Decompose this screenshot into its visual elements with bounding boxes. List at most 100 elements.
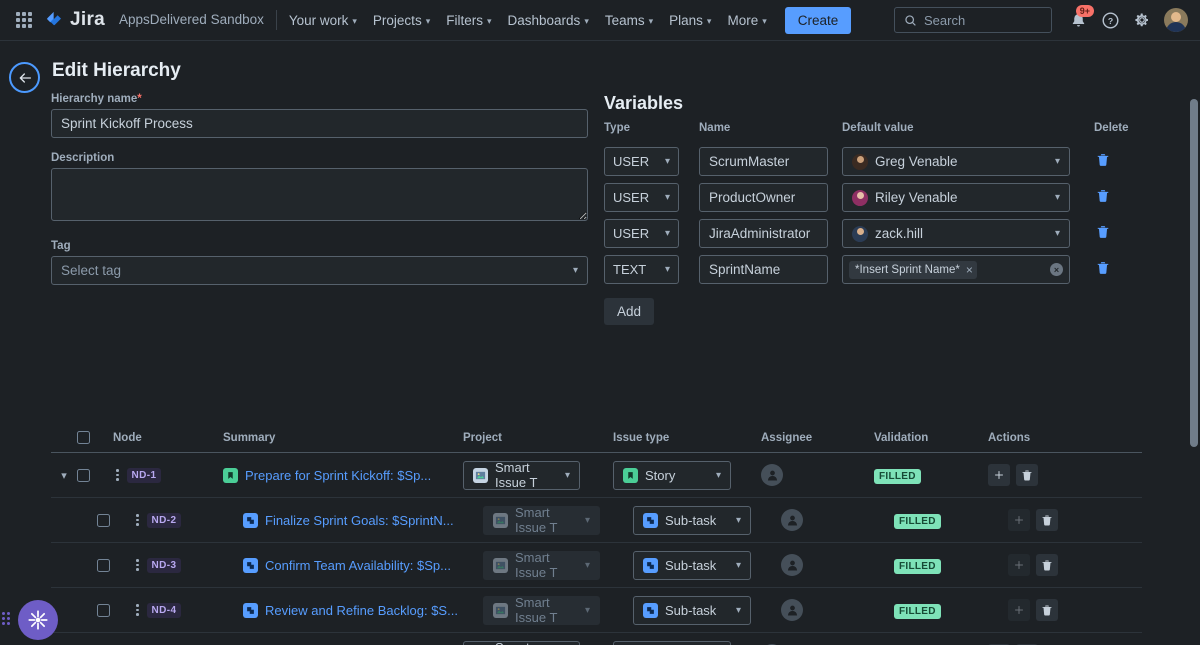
nav-dashboards[interactable]: Dashboards ▾: [500, 7, 597, 34]
project-select[interactable]: Smart Issue T ▾: [463, 640, 580, 645]
nav-plans[interactable]: Plans ▾: [661, 7, 719, 34]
delete-variable-button[interactable]: [1092, 186, 1114, 209]
variable-type-select[interactable]: USER ▾: [604, 183, 679, 212]
drag-handle-icon[interactable]: [133, 602, 142, 618]
summary-link[interactable]: Finalize Sprint Goals: $SprintN...: [265, 513, 454, 528]
variable-default-select[interactable]: zack.hill ▾: [842, 219, 1070, 248]
summary-cell: Prepare for Sprint Kickoff: $Sp...: [223, 467, 463, 483]
variable-name-input[interactable]: [699, 219, 828, 248]
variable-type-value: TEXT: [613, 262, 647, 277]
delete-row-button[interactable]: [1036, 509, 1058, 531]
col-node: Node: [113, 431, 142, 444]
help-button[interactable]: ?: [1096, 6, 1124, 34]
create-button[interactable]: Create: [784, 6, 852, 34]
node-cell: ND-1: [113, 467, 223, 483]
variable-name-input[interactable]: [699, 147, 828, 176]
assignee-avatar-placeholder[interactable]: [781, 554, 803, 576]
delete-variable-button[interactable]: [1092, 222, 1114, 245]
hierarchy-name-input[interactable]: [51, 109, 588, 138]
assignee-avatar-placeholder[interactable]: [781, 509, 803, 531]
delete-row-button[interactable]: [1036, 599, 1058, 621]
row-checkbox[interactable]: [97, 513, 110, 527]
status-badge: FILLED: [894, 604, 941, 619]
nav-more[interactable]: More ▾: [719, 7, 774, 34]
chevron-down-icon: ▾: [564, 469, 570, 481]
summary-link[interactable]: Confirm Team Availability: $Sp...: [265, 558, 451, 573]
back-button[interactable]: [9, 62, 40, 93]
delete-row-button[interactable]: [1036, 554, 1058, 576]
nav-your-work[interactable]: Your work ▾: [281, 7, 365, 34]
nav-teams[interactable]: Teams ▾: [597, 7, 661, 34]
variable-default-value: zack.hill: [875, 226, 924, 241]
variable-type-select[interactable]: TEXT ▾: [604, 255, 679, 284]
project-select[interactable]: Smart Issue T ▾: [463, 460, 580, 490]
user-avatar[interactable]: [1164, 8, 1188, 32]
add-variable-button[interactable]: Add: [604, 298, 655, 325]
variable-default-select[interactable]: Greg Venable ▾: [842, 147, 1070, 176]
row-checkbox[interactable]: [97, 558, 110, 572]
project-value: Smart Issue T: [495, 640, 558, 645]
chevron-down-icon: ▾: [735, 559, 741, 571]
site-name[interactable]: AppsDelivered Sandbox: [119, 10, 277, 30]
delete-row-button[interactable]: [1016, 464, 1038, 486]
variable-default-select[interactable]: Riley Venable ▾: [842, 183, 1070, 212]
issue-type-select[interactable]: Story ▾: [613, 640, 731, 645]
vertical-scrollbar[interactable]: [1190, 99, 1198, 447]
issue-type-select[interactable]: Story ▾: [613, 460, 731, 490]
variable-name-input[interactable]: [699, 255, 828, 284]
drag-handle-icon[interactable]: [133, 557, 142, 573]
add-child-button: [1008, 554, 1030, 576]
avatar-head: [1171, 12, 1181, 22]
nav-more-label: More: [727, 12, 759, 28]
drag-handle-icon[interactable]: [113, 467, 122, 483]
tag-select[interactable]: Select tag ▾: [51, 256, 588, 285]
issue-type-select[interactable]: Sub-task ▾: [633, 550, 751, 580]
assignee-avatar-placeholder[interactable]: [781, 599, 803, 621]
node-id-badge: ND-3: [146, 557, 182, 573]
assistant-floating-button[interactable]: [18, 600, 58, 640]
variable-default-text-field[interactable]: *Insert Sprint Name* × ×: [842, 255, 1070, 284]
project-cell: Smart Issue T ▾: [463, 505, 613, 535]
add-child-button[interactable]: [988, 464, 1010, 486]
variables-header-row: Type Name Default value Delete: [604, 122, 1144, 140]
variable-type-value: USER: [613, 190, 650, 205]
plus-icon: [1015, 561, 1023, 569]
issue-type-cell: Sub-task ▾: [613, 550, 761, 580]
settings-button[interactable]: [1128, 6, 1156, 34]
subtask-icon: [243, 557, 258, 573]
nav-plans-label: Plans: [669, 12, 703, 28]
issue-type-select[interactable]: Sub-task ▾: [633, 595, 751, 625]
issue-type-select[interactable]: Sub-task ▾: [633, 505, 751, 535]
notifications-button[interactable]: 9+: [1064, 5, 1094, 34]
nav-projects[interactable]: Projects ▾: [365, 7, 438, 34]
variable-default-cell: Greg Venable ▾: [828, 140, 1082, 176]
drag-handle-icon[interactable]: [133, 512, 142, 528]
variable-name-input[interactable]: [699, 183, 828, 212]
select-all-checkbox[interactable]: [77, 431, 90, 444]
widget-drag-handle-icon[interactable]: [2, 612, 10, 625]
jira-logo[interactable]: Jira: [44, 9, 105, 31]
project-cell: Smart Issue T ▾: [463, 550, 613, 580]
summary-link[interactable]: Prepare for Sprint Kickoff: $Sp...: [245, 468, 431, 483]
subtask-icon: [643, 512, 658, 528]
delete-variable-button[interactable]: [1092, 150, 1114, 173]
delete-variable-button[interactable]: [1092, 258, 1114, 281]
nav-filters[interactable]: Filters ▾: [438, 7, 499, 34]
apps-grid-icon[interactable]: [12, 8, 36, 32]
trash-icon: [1097, 190, 1109, 202]
table-row: ▾ ND-1 Prepare for Sprint Kickoff: $Sp..…: [51, 453, 1142, 498]
row-checkbox[interactable]: [97, 603, 110, 617]
search-input[interactable]: Search: [894, 7, 1052, 33]
chip-remove-icon[interactable]: ×: [966, 263, 973, 277]
subtask-icon: [243, 602, 258, 618]
variable-type-select[interactable]: USER ▾: [604, 147, 679, 176]
clear-field-icon[interactable]: ×: [1050, 263, 1063, 276]
summary-link[interactable]: Review and Refine Backlog: $S...: [265, 603, 458, 618]
variable-type-select[interactable]: USER ▾: [604, 219, 679, 248]
issue-type-value: Sub-task: [665, 602, 717, 618]
description-textarea[interactable]: [51, 168, 588, 221]
assignee-avatar-placeholder[interactable]: [761, 464, 783, 486]
chevron-down-icon[interactable]: ▾: [61, 469, 67, 482]
row-checkbox[interactable]: [77, 468, 90, 482]
chevron-down-icon: ▾: [664, 192, 670, 203]
